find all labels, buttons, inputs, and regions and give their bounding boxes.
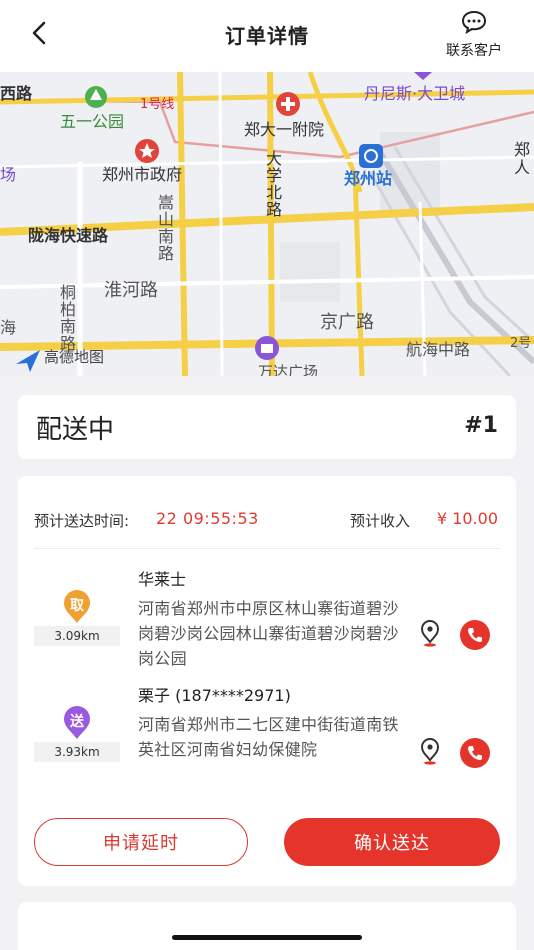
map-label-xilu: 西路 [0, 84, 33, 103]
gov-pin-icon [135, 139, 159, 163]
map-label-zhengda-hospital: 郑大一附院 [244, 120, 325, 139]
map-label-zheng: 郑 [514, 140, 531, 159]
pickup-pin-icon: 取 [62, 590, 92, 624]
map-label-jingguang: 京广路 [320, 312, 374, 333]
eta-value: 22 09:55:53 [156, 509, 259, 528]
park-pin-icon [85, 86, 107, 108]
confirm-delivery-button[interactable]: 确认送达 [284, 818, 500, 866]
map-label-wanda: 万达广场 [258, 363, 319, 377]
phone-icon [468, 746, 482, 760]
dropoff-distance: 3.93km [34, 742, 120, 762]
map-label-line1: 1号线 [140, 97, 175, 112]
map-label-longhai: 陇海快速路 [28, 226, 109, 245]
dropoff-name: 栗子 (187****2971) [138, 686, 291, 705]
mall-pin-icon [255, 336, 279, 360]
map-label-chang: 场 [0, 165, 17, 184]
order-number: #1 [464, 413, 498, 438]
map-label-daxue-beilu: 大学北路 [263, 150, 282, 218]
pickup-tag: 取 [70, 598, 84, 614]
map-label-songshan: 嵩山南路 [155, 194, 174, 262]
pickup-address: 河南省郑州市中原区林山寨街道碧沙岗碧沙岗公园林山寨街道碧沙岗碧沙岗公园 [138, 599, 399, 668]
pickup-distance: 3.09km [34, 626, 120, 646]
status-card: 配送中 #1 [18, 395, 516, 459]
eta-label: 预计送达时间: [34, 512, 130, 530]
app-header: 订单详情 联系客户 [0, 0, 534, 72]
contact-customer-label: 联系客户 [446, 43, 502, 59]
map-label-gov: 郑州市政府 [102, 165, 183, 184]
contact-customer-button[interactable]: 联系客户 [436, 10, 512, 60]
map-label-gaode: 高德地图 [44, 348, 105, 366]
phone-icon [468, 628, 482, 642]
dropoff-tag: 送 [70, 714, 84, 730]
map-label-tongbai: 桐柏南路 [57, 284, 76, 352]
income-label: 预计收入 [350, 512, 411, 530]
dropoff-call-button[interactable] [460, 738, 490, 768]
income-value: ¥ 10.00 [436, 509, 498, 528]
delivery-map[interactable]: 西路 五一公园 1号线 郑大一附院 丹尼斯·大卫城 郑 人 场 郑州市政府 大学… [0, 72, 534, 376]
map-label-wuyi-park: 五一公园 [60, 112, 125, 131]
request-delay-button[interactable]: 申请延时 [34, 818, 248, 866]
station-pin-icon [359, 144, 383, 168]
map-label-hanghai: 航海中路 [406, 340, 471, 359]
pickup-name: 华莱士 [138, 570, 187, 589]
pickup-call-button[interactable] [460, 620, 490, 650]
order-detail-card: 预计送达时间: 22 09:55:53 预计收入 ¥ 10.00 取 3.09k… [18, 476, 516, 886]
dropoff-pin-icon: 送 [62, 706, 92, 740]
dropoff-navigate-button[interactable] [418, 738, 442, 766]
dropoff-address: 河南省郑州市二七区建中街街道南铁英社区河南省妇幼保健院 [138, 715, 399, 759]
home-indicator[interactable] [172, 935, 362, 940]
hospital-pin-icon [276, 92, 300, 116]
pickup-navigate-button[interactable] [418, 620, 442, 648]
divider [34, 548, 500, 549]
chat-bubble-icon [461, 10, 487, 35]
order-status: 配送中 [36, 415, 115, 445]
map-label-hai: 海 [0, 318, 17, 337]
location-pin-icon [420, 620, 440, 647]
map-label-station: 郑州站 [344, 169, 393, 188]
map-label-huaihe: 淮河路 [104, 280, 158, 301]
bottom-card [18, 902, 516, 950]
map-label-dennis: 丹尼斯·大卫城 [364, 84, 466, 103]
map-label-line2: 2号 [510, 336, 532, 351]
location-pin-icon [420, 738, 440, 765]
map-label-ren: 人 [514, 158, 531, 177]
